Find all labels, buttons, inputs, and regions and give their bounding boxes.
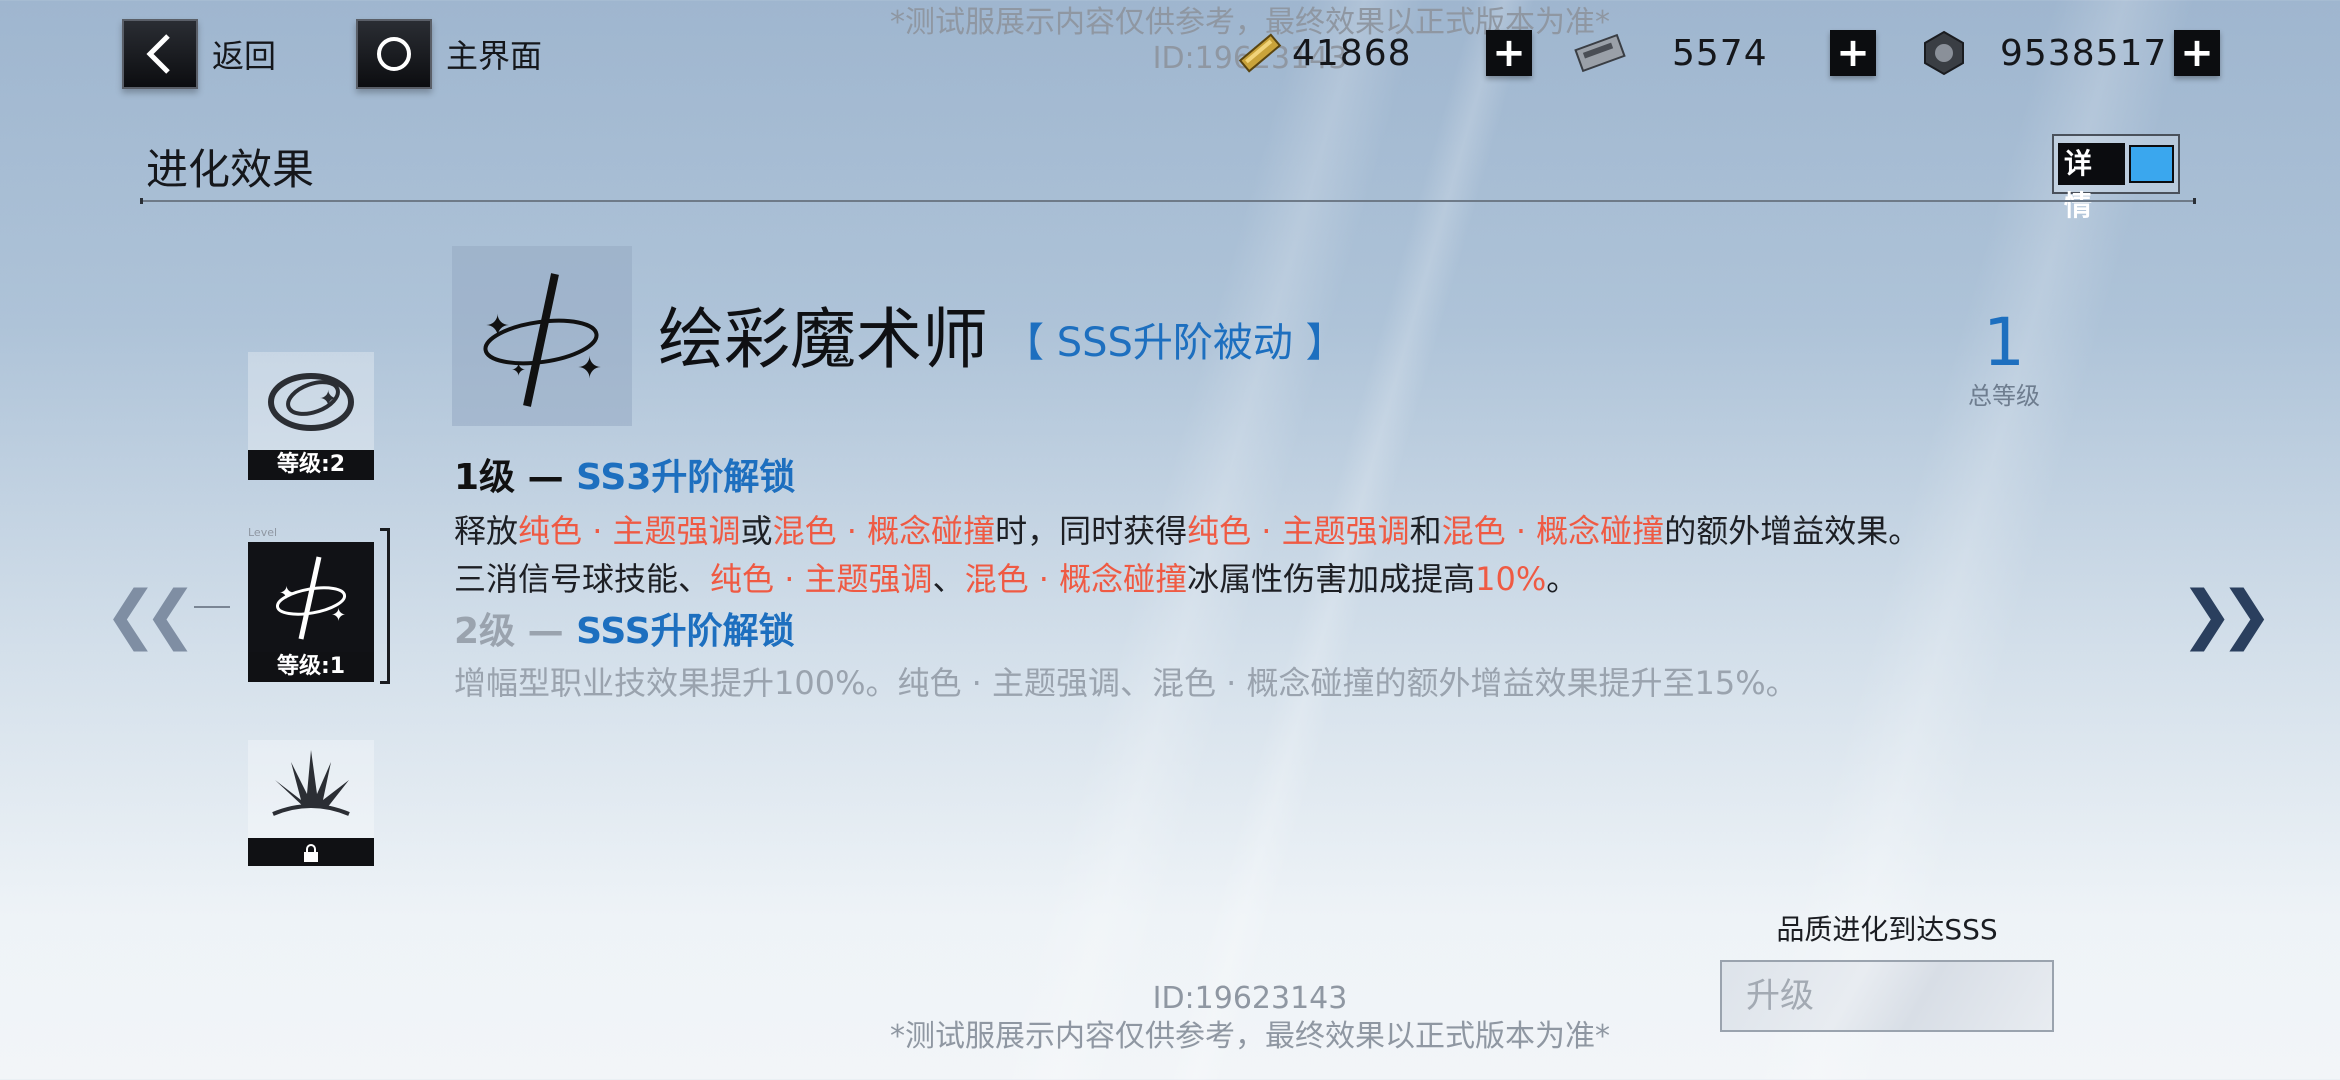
- gold-bar-icon: [1228, 25, 1292, 81]
- level-card-3-locked[interactable]: [248, 740, 374, 866]
- svg-text:✦: ✦: [577, 351, 602, 386]
- text-segment: 。: [1546, 560, 1579, 598]
- text-segment: 的额外增益效果。: [1664, 512, 1921, 550]
- svg-text:✦: ✦: [331, 605, 346, 626]
- add-chip-button[interactable]: +: [1830, 30, 1876, 76]
- level-small-label: Level: [248, 526, 278, 539]
- svg-text:✦: ✦: [511, 360, 526, 381]
- hex-nut-icon: [1912, 25, 1976, 81]
- selection-bracket: [380, 528, 390, 684]
- skill-icon: ✦ ✦ ✦: [452, 246, 632, 426]
- keyword-highlight: 纯色 · 主题强调: [518, 512, 741, 550]
- level1-unlock: SS3升阶解锁: [576, 457, 796, 498]
- svg-text:✦: ✦: [279, 583, 294, 604]
- resource-gold: 41868: [1228, 22, 1412, 84]
- text-segment: 时，同时获得: [995, 512, 1188, 550]
- resource-chip: 5574: [1568, 22, 1768, 84]
- level1-heading: 1级 — SS3升阶解锁: [454, 448, 795, 500]
- locked-tag: [248, 838, 374, 866]
- detail-toggle[interactable]: 详情: [2052, 134, 2180, 222]
- keyword-highlight: 10%: [1475, 560, 1547, 598]
- upgrade-button[interactable]: 升级: [1720, 960, 2054, 1032]
- chip-card-icon: [1568, 25, 1632, 81]
- keyword-highlight: 混色 · 概念碰撞: [1441, 512, 1665, 550]
- add-nut-button[interactable]: +: [2174, 30, 2220, 76]
- gold-value: 41868: [1292, 32, 1412, 74]
- resource-nut: 9538517: [1912, 22, 2167, 84]
- text-segment: 释放: [454, 512, 519, 550]
- level2-desc: 增幅型职业技效果提升100%。纯色 · 主题强调、混色 · 概念碰撞的额外增益效…: [454, 664, 1798, 702]
- level2-unlock: SSS升阶解锁: [576, 611, 795, 652]
- level-card-label: 等级:1: [248, 652, 374, 682]
- text-segment: 、: [932, 560, 965, 598]
- text-segment: 或: [740, 512, 773, 550]
- add-gold-button[interactable]: +: [1486, 30, 1532, 76]
- detail-toggle-switch: [2128, 145, 2174, 183]
- upgrade-requirement: 品质进化到达SSS: [1776, 913, 1998, 946]
- svg-text:✦: ✦: [485, 309, 510, 344]
- text-segment: 三消信号球技能、: [454, 560, 711, 598]
- nut-value: 9538517: [2000, 32, 2168, 74]
- detail-toggle-label: 详情: [2058, 143, 2125, 222]
- level-card-1[interactable]: Level ✦ ✦ 等级:1: [248, 526, 374, 682]
- total-level-label: 总等级: [1968, 382, 2040, 410]
- magic-wand-icon: ✦ ✦: [248, 542, 374, 652]
- lock-icon: [302, 840, 320, 865]
- header-divider: [140, 198, 2196, 204]
- total-level: 1 总等级: [1960, 310, 2048, 411]
- text-segment: 冰属性伤害加成提高: [1187, 560, 1476, 598]
- skill-name: 绘彩魔术师: [658, 301, 988, 378]
- magic-wand-icon: ✦✦✦: [483, 273, 602, 407]
- total-level-value: 1: [1983, 304, 2025, 381]
- level2-heading: 2级 — SSS升阶解锁: [454, 602, 795, 654]
- level1-desc-line2: 三消信号球技能、纯色 · 主题强调、混色 · 概念碰撞冰属性伤害加成提高10%。: [454, 554, 1578, 600]
- keyword-highlight: 混色 · 概念碰撞: [964, 560, 1188, 598]
- ice-burst-icon: [248, 740, 374, 838]
- level1-number: 1级 —: [454, 457, 577, 498]
- skill-tag: 【 SSS升阶被动 】: [1004, 320, 1346, 366]
- connector-line: [194, 606, 230, 608]
- text-segment: 和: [1409, 512, 1442, 550]
- svg-text:✦: ✦: [319, 387, 337, 412]
- next-page-button[interactable]: ❯❯: [2180, 578, 2273, 652]
- level-card-label: 等级:2: [248, 450, 374, 480]
- swirl-sparkle-icon: ✦: [248, 352, 374, 450]
- keyword-highlight: 混色 · 概念碰撞: [772, 512, 996, 550]
- keyword-highlight: 纯色 · 主题强调: [710, 560, 933, 598]
- prev-page-button[interactable]: ❮❮: [104, 578, 197, 652]
- level1-desc-line1: 释放纯色 · 主题强调或混色 · 概念碰撞时，同时获得纯色 · 主题强调和混色 …: [454, 506, 1920, 552]
- chip-value: 5574: [1672, 32, 1768, 74]
- level-card-2[interactable]: ✦ 等级:2: [248, 352, 374, 480]
- level2-number: 2级 —: [454, 611, 577, 652]
- keyword-highlight: 纯色 · 主题强调: [1187, 512, 1410, 550]
- page-title: 进化效果: [146, 145, 315, 194]
